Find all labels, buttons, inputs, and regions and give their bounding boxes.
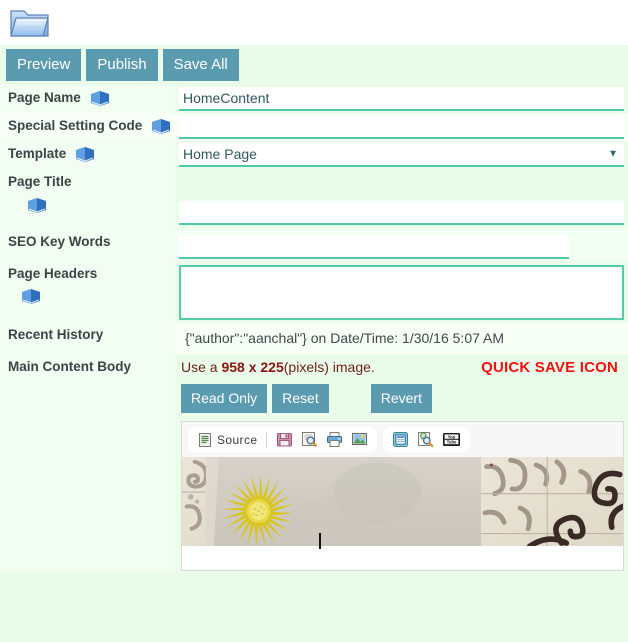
field-label: Page Headers	[8, 266, 98, 281]
save-icon[interactable]	[274, 430, 295, 449]
label-cell-recent-history: Recent History	[0, 322, 175, 354]
publish-button[interactable]: Publish	[86, 49, 158, 81]
book-help-icon[interactable]	[89, 90, 111, 107]
save-all-button[interactable]: Save All	[162, 49, 239, 81]
templates-icon[interactable]	[390, 430, 411, 449]
label-cell-page-name: Page Name	[0, 85, 175, 113]
find-replace-icon[interactable]	[415, 430, 436, 449]
field-cell-page-headers	[175, 261, 628, 322]
reset-button[interactable]: Reset	[272, 384, 329, 413]
form-row-page-name: Page Name	[0, 85, 628, 113]
youtube-text-top: You	[448, 434, 456, 439]
field-cell-seo-keywords	[175, 229, 628, 261]
hint-prefix: Use a	[181, 359, 222, 375]
label-cell-special-setting-code: Special Setting Code	[0, 113, 175, 141]
revert-button[interactable]: Revert	[370, 384, 432, 413]
field-label: SEO Key Words	[8, 234, 111, 249]
field-cell-special-setting-code	[175, 113, 628, 141]
field-label: Recent History	[8, 327, 104, 342]
recent-history-text: {"author":"aanchal"} on Date/Time: 1/30/…	[185, 330, 505, 346]
toolbar-separator	[266, 431, 268, 448]
field-cell-page-name	[175, 85, 628, 113]
form-row-seo-keywords: SEO Key Words	[0, 229, 628, 261]
field-label: Main Content Body	[8, 359, 131, 374]
form-row-recent-history: Recent History {"author":"aanchal"} on D…	[0, 322, 628, 354]
special-setting-code-input[interactable]	[179, 115, 624, 139]
page-title-input[interactable]	[179, 201, 624, 225]
hint-suffix: (pixels) image.	[283, 359, 375, 375]
editor-toolbar: Source You Tube	[182, 422, 623, 457]
image-size-hint: Use a 958 x 225(pixels) image.	[181, 359, 375, 375]
editor-content-area[interactable]	[182, 457, 623, 569]
form-row-main-content-body: Main Content Body Use a 958 x 225(pixels…	[0, 354, 628, 571]
seo-keywords-input[interactable]	[179, 235, 569, 259]
editor-toolbar-group-insert: You Tube	[383, 427, 471, 452]
main-content-buttons: Read Only Reset Revert	[175, 376, 628, 421]
field-label: Page Name	[8, 90, 81, 105]
field-cell-main-content-body: Use a 958 x 225(pixels) image. QUICK SAV…	[175, 354, 628, 571]
main-content-hint-row: Use a 958 x 225(pixels) image. QUICK SAV…	[175, 354, 628, 376]
field-label: Page Title	[8, 174, 72, 189]
label-cell-page-headers: Page Headers	[0, 261, 175, 322]
field-label: Special Setting Code	[8, 118, 143, 133]
form-row-page-headers: Page Headers	[0, 261, 628, 322]
form-row-page-title: Page Title	[0, 169, 628, 229]
label-cell-main-content-body: Main Content Body	[0, 354, 175, 571]
youtube-text-bottom: Tube	[447, 440, 457, 445]
source-icon	[197, 432, 213, 448]
read-only-button[interactable]: Read Only	[181, 384, 268, 413]
preview-icon[interactable]	[299, 430, 320, 449]
template-select[interactable]	[179, 143, 624, 167]
content-image	[182, 457, 623, 547]
book-help-icon[interactable]	[26, 197, 48, 214]
text-cursor	[319, 533, 321, 549]
source-label: Source	[217, 432, 258, 447]
image-icon[interactable]	[349, 430, 370, 449]
field-cell-page-title	[175, 169, 628, 229]
page-editor-screen: Preview Publish Save All Page Name HomeC…	[0, 0, 628, 642]
editor-toolbar-group-document: Source	[188, 427, 378, 452]
page-headers-textarea[interactable]	[179, 265, 624, 320]
field-cell-recent-history: {"author":"aanchal"} on Date/Time: 1/30/…	[175, 322, 628, 354]
page-name-input[interactable]	[179, 87, 624, 111]
label-cell-seo-keywords: SEO Key Words	[0, 229, 175, 261]
quick-save-note: QUICK SAVE ICON	[481, 359, 618, 376]
hint-dimensions: 958 x 225	[221, 359, 284, 375]
open-folder-icon[interactable]	[8, 2, 52, 42]
book-help-icon[interactable]	[20, 288, 42, 305]
rich-text-editor: Source You Tube	[181, 421, 624, 571]
book-help-icon[interactable]	[150, 118, 172, 135]
label-cell-page-title: Page Title	[0, 169, 175, 229]
youtube-icon[interactable]: You Tube	[440, 430, 463, 449]
field-cell-template: ▼	[175, 141, 628, 169]
action-toolbar: Preview Publish Save All	[0, 45, 628, 85]
form-row-special-setting-code: Special Setting Code	[0, 113, 628, 141]
page-settings-form: Page Name S	[0, 85, 628, 571]
form-row-template: Template ▼	[0, 141, 628, 169]
field-label: Template	[8, 146, 67, 161]
source-button[interactable]: Source	[195, 431, 259, 449]
preview-button[interactable]: Preview	[6, 49, 82, 81]
window-header	[0, 0, 628, 45]
book-help-icon[interactable]	[74, 146, 96, 163]
print-icon[interactable]	[324, 430, 345, 449]
label-cell-template: Template	[0, 141, 175, 169]
